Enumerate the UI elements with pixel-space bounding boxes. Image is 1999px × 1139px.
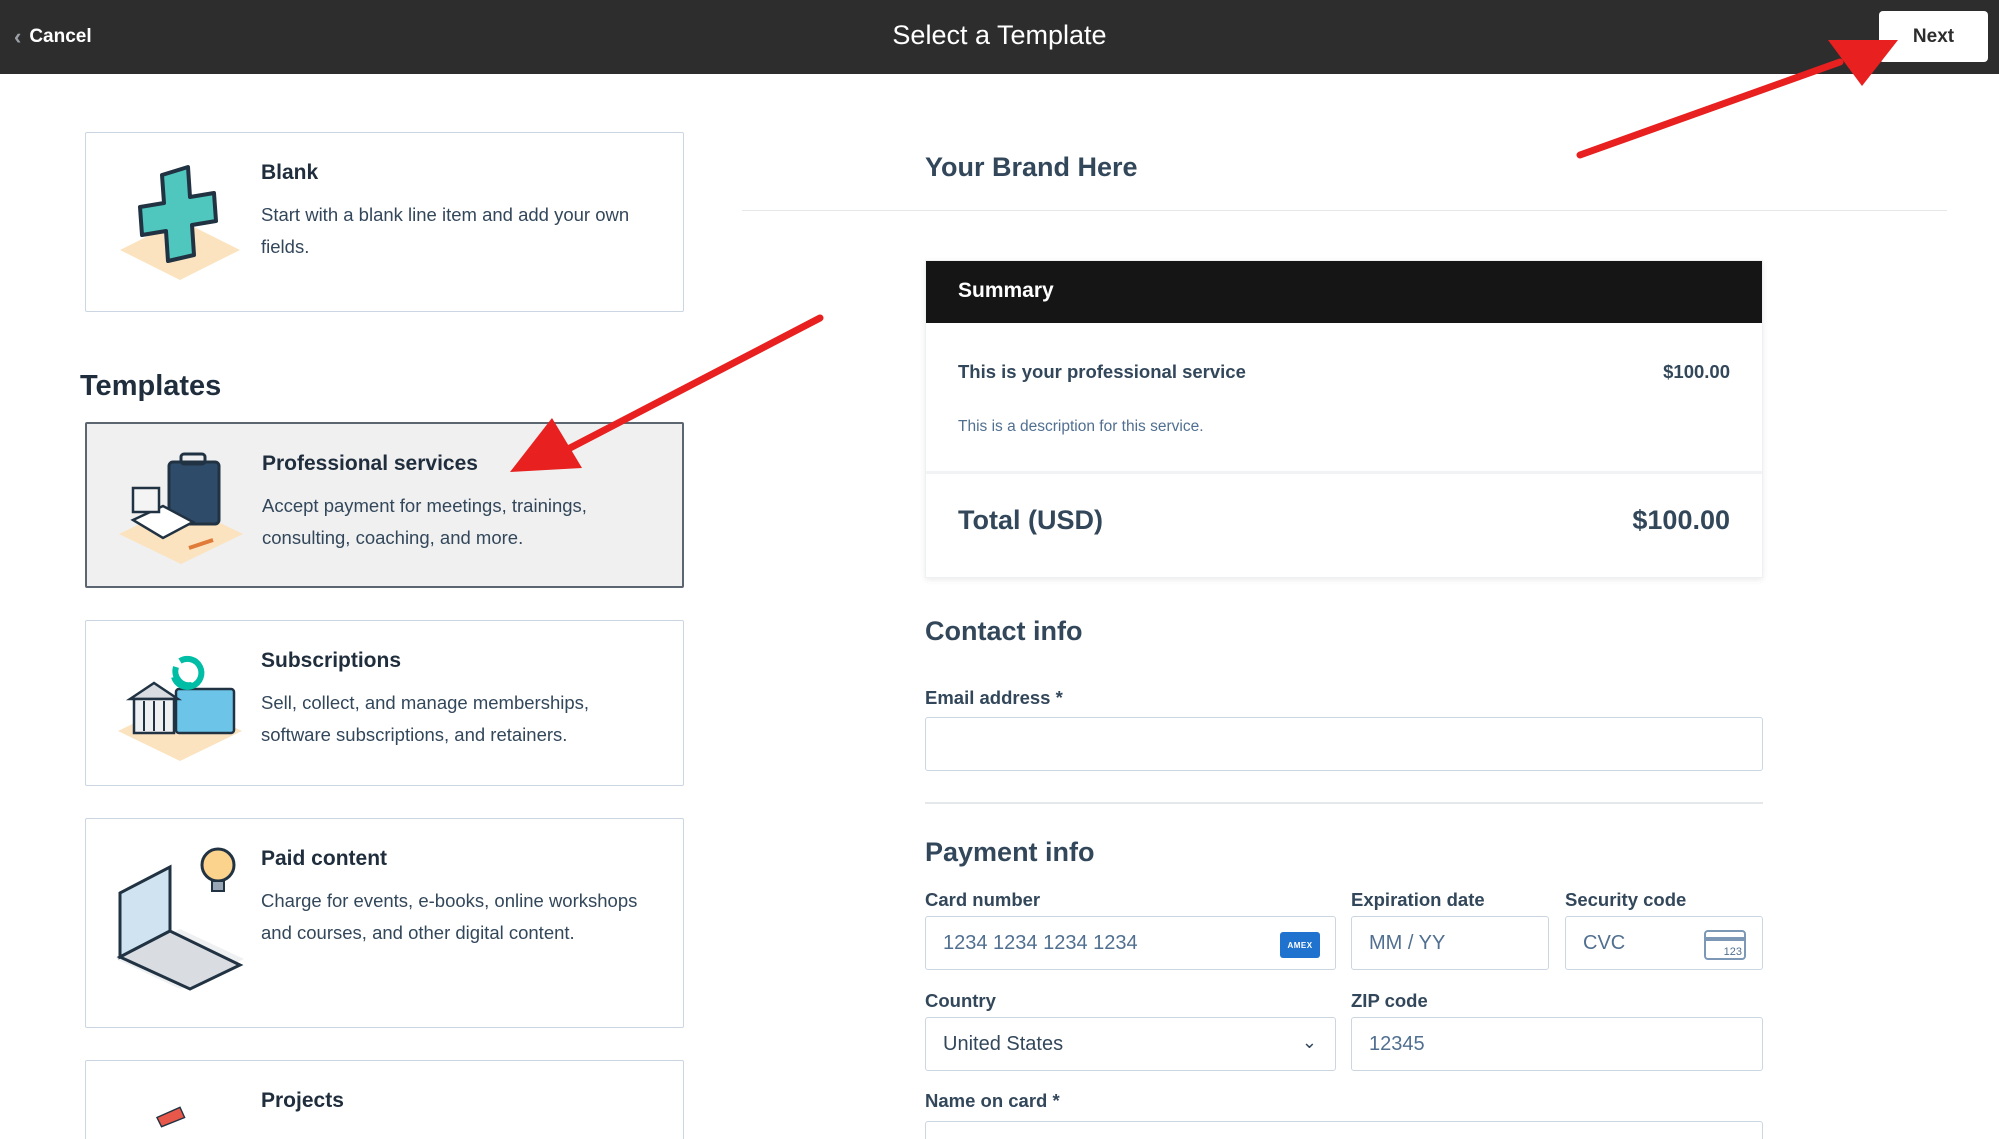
annotation-arrows [510,40,1898,472]
arrow-to-next-icon [1576,40,1898,159]
arrow-to-template-icon [510,314,824,472]
